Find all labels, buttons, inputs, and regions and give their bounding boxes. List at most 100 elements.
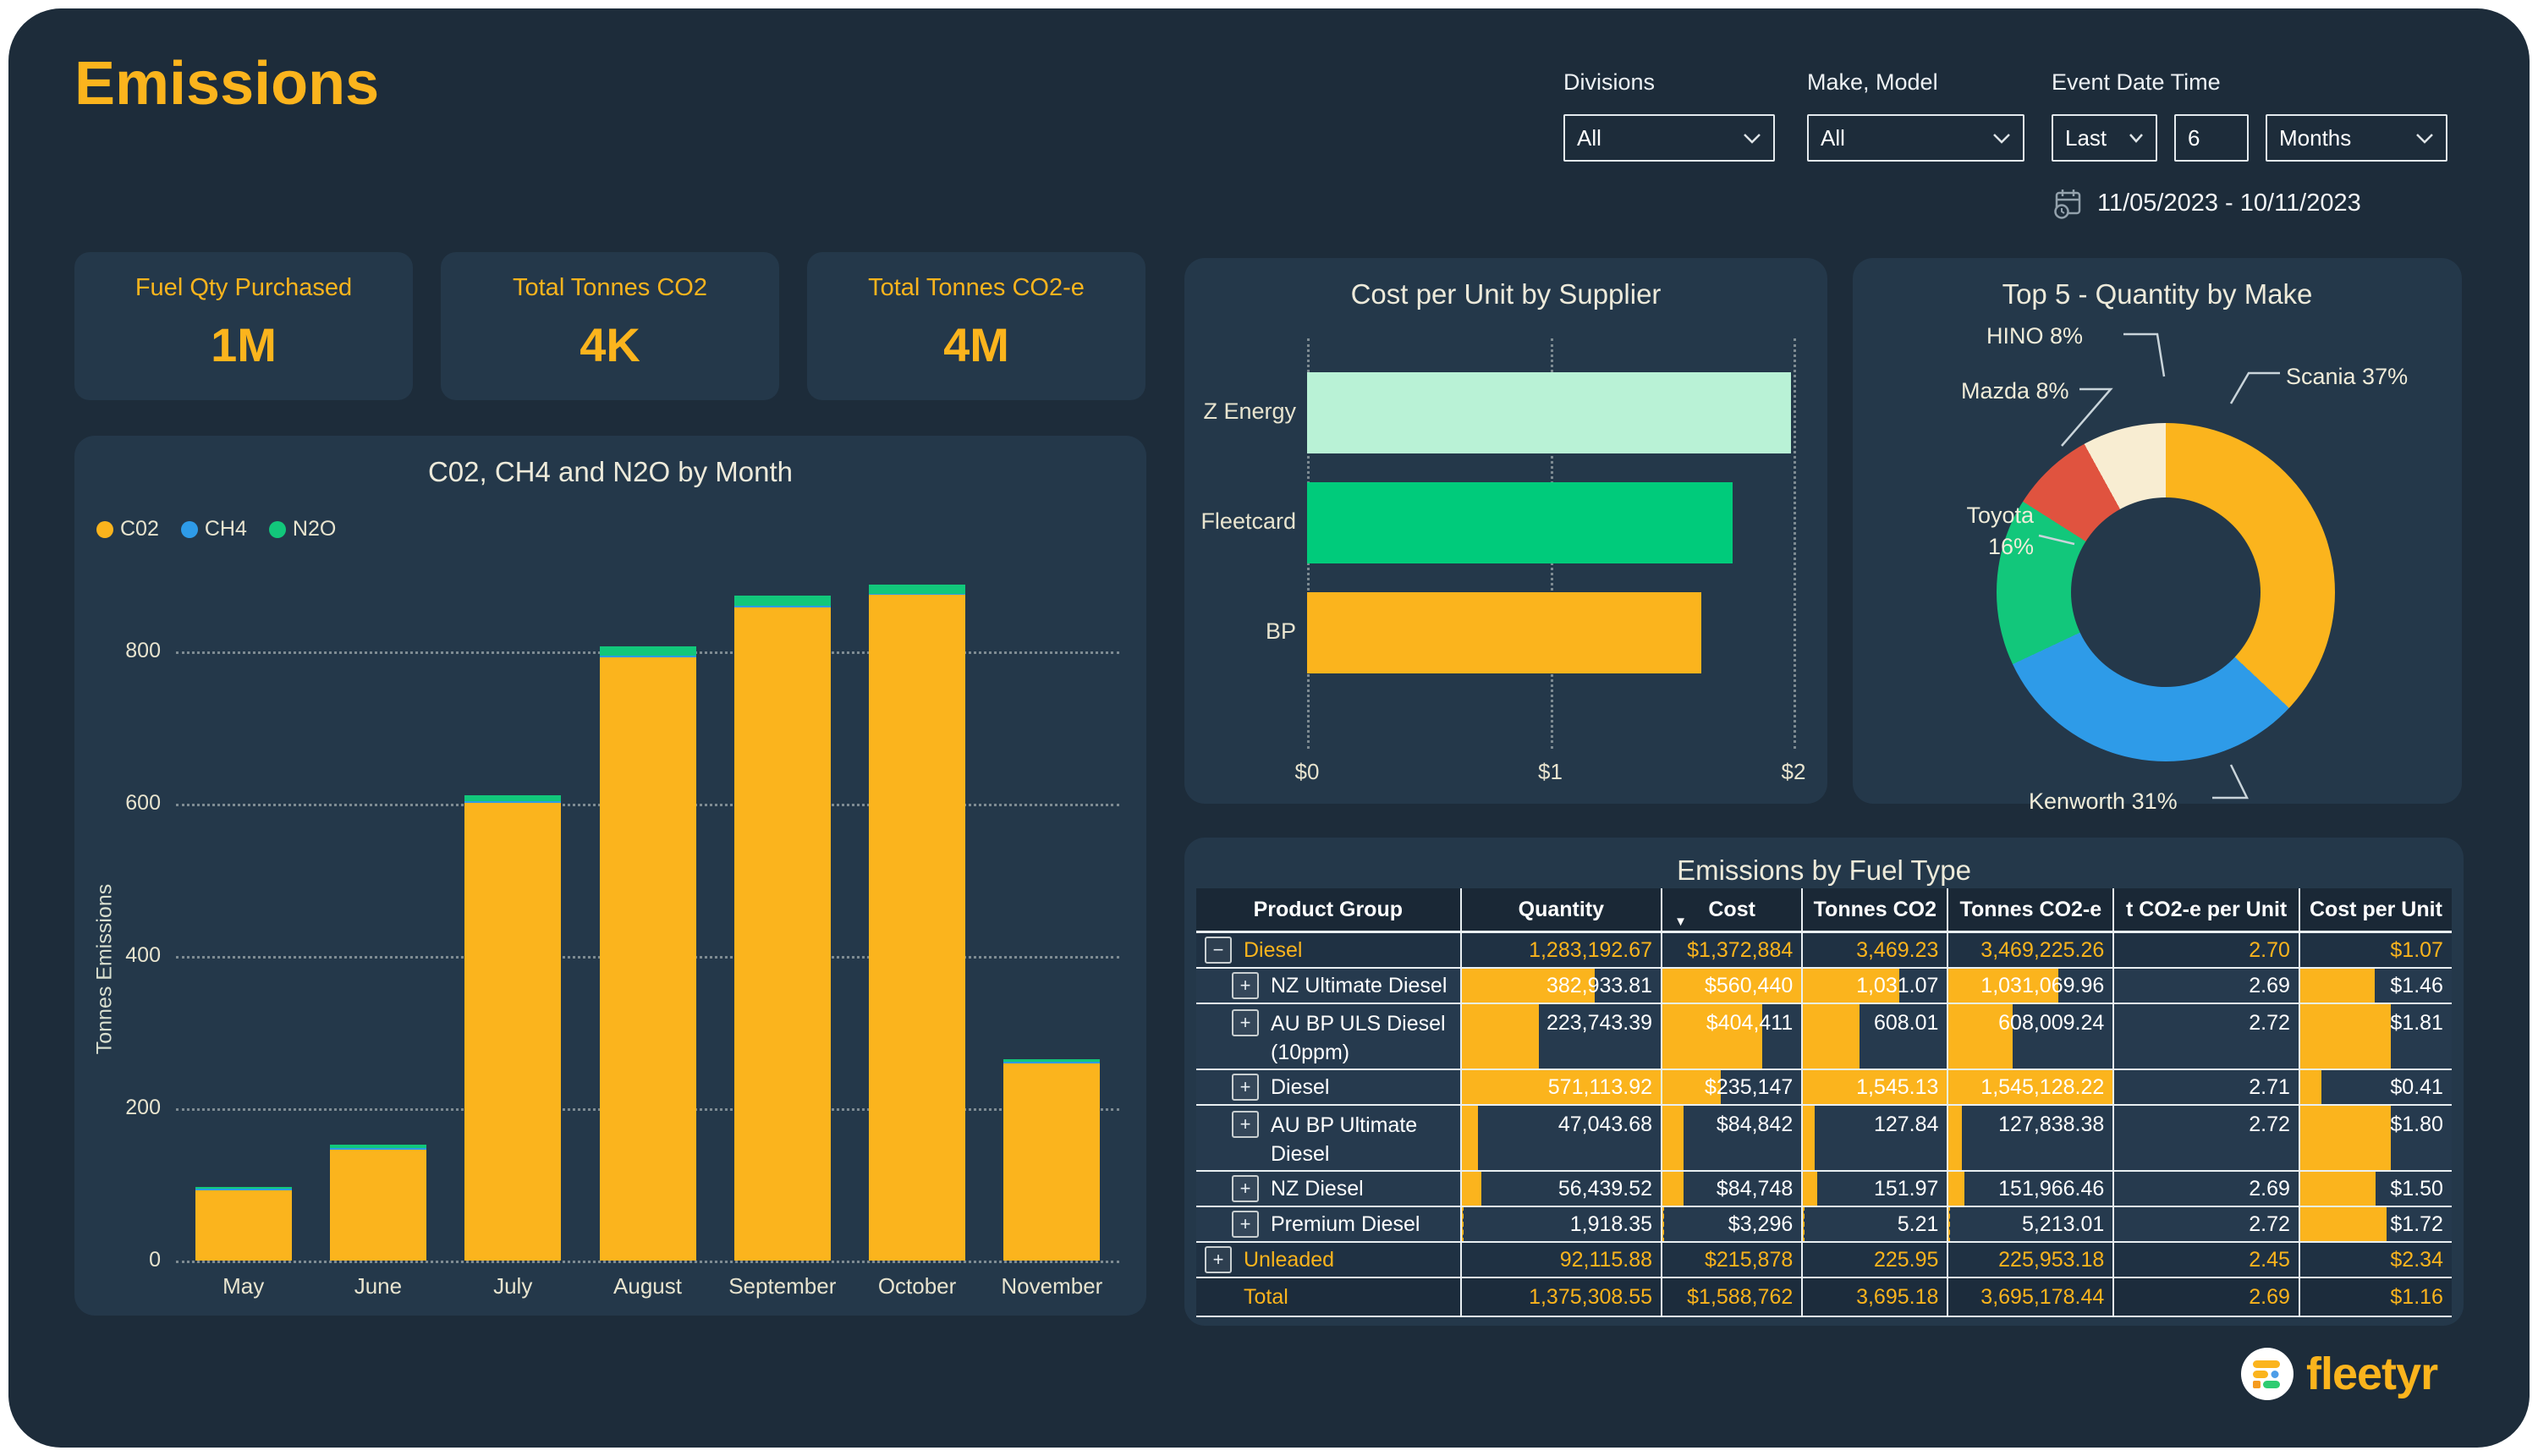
top5-quantity-by-make-panel: Top 5 - Quantity by Make Scania 37%Kenwo…	[1853, 258, 2462, 804]
cell-value: 127.84	[1874, 1113, 1938, 1137]
cell-value: 2.72	[2249, 1113, 2290, 1137]
bar-segment-november-ch4[interactable]	[1003, 1062, 1100, 1063]
x-axis-tick-label: $0	[1273, 759, 1341, 785]
filter-divisions: Divisions All	[1563, 69, 1775, 162]
supplier-bar-fleetcard[interactable]	[1307, 482, 1733, 563]
data-bar-axis	[2299, 1106, 2302, 1170]
product-group-label: Total	[1244, 1283, 1288, 1311]
bar-segment-november-c02[interactable]	[1003, 1063, 1100, 1261]
data-bar	[2300, 969, 2375, 1003]
page-title: Emissions	[74, 49, 379, 118]
bar-segment-june-ch4[interactable]	[330, 1148, 426, 1150]
relative-range-unit-dropdown[interactable]: Months	[2266, 114, 2447, 162]
data-bar-axis	[1802, 1172, 1805, 1206]
bar-segment-september-c02[interactable]	[734, 607, 831, 1261]
cell-value: 127,838.38	[1998, 1113, 2104, 1137]
column-header-tonnes-co2-e[interactable]: Tonnes CO2-e	[1947, 888, 2112, 931]
bar-segment-july-c02[interactable]	[464, 803, 561, 1261]
donut-label-hino: HINO 8%	[1986, 321, 2122, 352]
expand-icon[interactable]: +	[1232, 1175, 1259, 1202]
relative-range-value: Last	[2065, 125, 2107, 151]
bar-segment-august-n2o[interactable]	[600, 646, 696, 657]
column-header-tonnes-co2[interactable]: Tonnes CO2	[1801, 888, 1947, 931]
column-header-quantity[interactable]: Quantity	[1460, 888, 1661, 931]
bar-segment-september-n2o[interactable]	[734, 596, 831, 606]
bar-segment-may-ch4[interactable]	[195, 1189, 292, 1190]
make-model-dropdown[interactable]: All	[1807, 114, 2024, 162]
bar-segment-july-ch4[interactable]	[464, 801, 561, 803]
x-axis-label-august: August	[580, 1273, 716, 1299]
data-bar	[1803, 1004, 1859, 1069]
cell-tonnes-co2-e: 608,009.24	[1947, 1004, 2112, 1069]
data-bar	[1803, 1172, 1817, 1206]
cell-tonnes-co2: 3,469.23	[1801, 933, 1947, 967]
divisions-dropdown[interactable]: All	[1563, 114, 1775, 162]
kpi-total-tonnes-co2e: Total Tonnes CO2-e 4M	[807, 252, 1145, 400]
bar-segment-august-c02[interactable]	[600, 657, 696, 1261]
cell-value: 1,031.07	[1856, 974, 1938, 998]
cell-t-co2-e-per-unit: 2.45	[2112, 1243, 2299, 1277]
cell-value: 1,918.35	[1570, 1212, 1652, 1237]
cell-tonnes-co2: 151.97	[1801, 1172, 1947, 1206]
product-group-cell: +AU BP Ultimate Diesel	[1196, 1106, 1460, 1170]
cell-value: 1,545,128.22	[1980, 1075, 2104, 1100]
cell-cost: $215,878	[1661, 1243, 1801, 1277]
bar-segment-june-c02[interactable]	[330, 1150, 426, 1261]
bar-segment-october-c02[interactable]	[869, 595, 965, 1261]
x-axis-label-july: July	[445, 1273, 580, 1299]
bar-segment-july-n2o[interactable]	[464, 795, 561, 801]
bar-segment-august-ch4[interactable]	[600, 656, 696, 657]
cell-value: 225,953.18	[1998, 1248, 2104, 1272]
bar-segment-october-ch4[interactable]	[869, 594, 965, 596]
bar-segment-september-ch4[interactable]	[734, 606, 831, 607]
product-group-cell: +AU BP ULS Diesel (10ppm)	[1196, 1004, 1460, 1069]
data-bar-axis	[1802, 969, 1805, 1003]
gridline	[1794, 338, 1796, 749]
cell-value: 2.69	[2249, 1285, 2290, 1310]
expand-icon[interactable]: +	[1232, 1074, 1259, 1101]
expand-icon[interactable]: +	[1232, 972, 1259, 999]
sort-descending-icon[interactable]: ▼	[1674, 915, 1687, 929]
relative-range-dropdown[interactable]: Last	[2052, 114, 2157, 162]
data-bar-axis	[1802, 1207, 1805, 1241]
cell-cost-per-unit: $2.34	[2299, 1243, 2452, 1277]
expand-icon[interactable]: +	[1232, 1111, 1259, 1138]
collapse-icon[interactable]: −	[1205, 937, 1232, 964]
data-bar	[2300, 1172, 2376, 1206]
chevron-down-icon	[2129, 133, 2144, 143]
expand-icon[interactable]: +	[1232, 1009, 1259, 1036]
bar-segment-june-n2o[interactable]	[330, 1145, 426, 1148]
cell-value: 1,545.13	[1856, 1075, 1938, 1100]
emissions-by-fuel-type-panel: Emissions by Fuel Type Product GroupQuan…	[1184, 838, 2464, 1326]
cell-value: $1.16	[2390, 1285, 2443, 1310]
expand-icon[interactable]: +	[1232, 1211, 1259, 1238]
table-row-diesel: +Diesel571,113.92$235,1471,545.131,545,1…	[1196, 1070, 2452, 1106]
bar-segment-october-n2o[interactable]	[869, 585, 965, 594]
bar-segment-november-n2o[interactable]	[1003, 1059, 1100, 1063]
monthly-emissions-chart-panel: C02, CH4 and N2O by Month C02 CH4 N2O To…	[74, 436, 1146, 1316]
column-header-t-co2-e-per-unit[interactable]: t CO2-e per Unit	[2112, 888, 2299, 931]
data-bar	[2300, 1004, 2391, 1069]
cell-tonnes-co2: 127.84	[1801, 1106, 1947, 1170]
cell-value: 571,113.92	[1548, 1075, 1652, 1100]
supplier-bar-bp[interactable]	[1307, 592, 1701, 673]
x-axis-label-november: November	[984, 1273, 1119, 1299]
cell-cost-per-unit: $1.16	[2299, 1278, 2452, 1316]
column-header-cost[interactable]: Cost▼	[1661, 888, 1801, 931]
relative-range-number-input[interactable]: 6	[2174, 114, 2249, 162]
bar-segment-may-c02[interactable]	[195, 1190, 292, 1261]
data-bar-axis	[1662, 969, 1664, 1003]
supplier-bar-z-energy[interactable]	[1307, 372, 1791, 453]
donut-label-scania: Scania 37%	[2286, 361, 2455, 393]
cell-value: $1.50	[2390, 1177, 2443, 1201]
column-header-product-group[interactable]: Product Group	[1196, 888, 1460, 931]
table-row-au-bp-ultimate-diesel: +AU BP Ultimate Diesel47,043.68$84,84212…	[1196, 1106, 2452, 1172]
column-header-cost-per-unit[interactable]: Cost per Unit	[2299, 888, 2452, 931]
expand-icon[interactable]: +	[1205, 1246, 1232, 1273]
cell-value: 2.72	[2249, 1011, 2290, 1036]
bar-segment-may-n2o[interactable]	[195, 1187, 292, 1190]
fleetyr-logo-text: fleetyr	[2306, 1348, 2437, 1400]
data-bar	[2300, 1207, 2387, 1241]
donut-leader-line	[2123, 334, 2164, 376]
data-bar-axis	[1802, 1070, 1805, 1104]
